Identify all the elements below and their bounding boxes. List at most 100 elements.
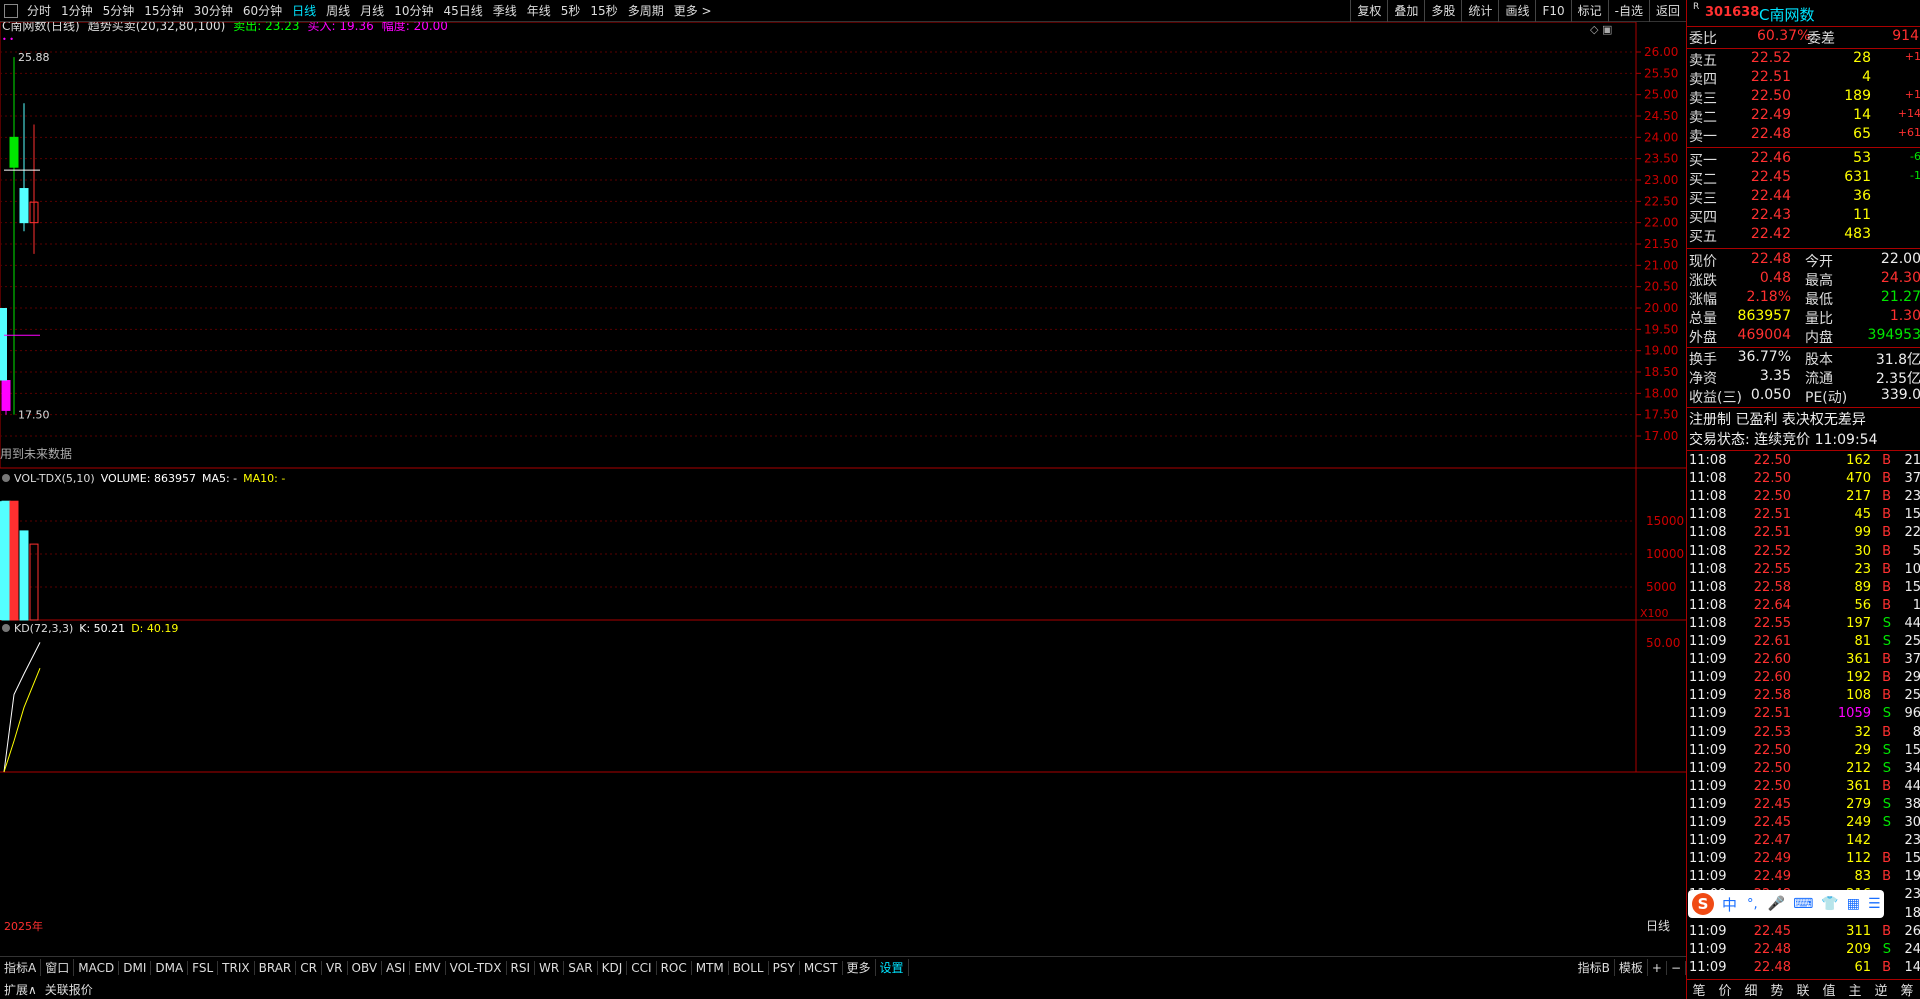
indicator-tab[interactable]: MTM	[692, 960, 729, 975]
y-tick-label: 21.00	[1644, 258, 1678, 272]
quote-tab[interactable]: 价	[1712, 980, 1738, 999]
quote-tab[interactable]: 逆	[1868, 980, 1894, 999]
toolbar-button[interactable]: 返回	[1648, 0, 1686, 22]
tick-side: B	[1882, 561, 1891, 577]
period-tab[interactable]: 1分钟	[56, 2, 98, 19]
volume-bar[interactable]	[9, 500, 19, 621]
period-tab[interactable]: 15分钟	[139, 2, 188, 19]
period-tab[interactable]: 分时	[22, 2, 56, 19]
indicator-tab[interactable]: EMV	[410, 960, 446, 975]
toolbar-button[interactable]: 叠加	[1387, 0, 1424, 22]
indicator-tab-right[interactable]: 指标B	[1574, 959, 1615, 976]
menu-icon[interactable]	[4, 3, 18, 18]
tick-count: 14	[1904, 959, 1920, 975]
stat-value: 21.27	[1880, 289, 1920, 305]
period-tab[interactable]: 45日线	[438, 2, 487, 19]
indicator-tab[interactable]: VR	[322, 960, 348, 975]
indicator-tab[interactable]: 指标A	[0, 959, 42, 976]
candle-body[interactable]	[19, 188, 29, 224]
toolbar-button[interactable]: 多股	[1424, 0, 1461, 22]
toolbar-button[interactable]: F10	[1535, 0, 1570, 22]
period-tab[interactable]: 10分钟	[389, 2, 438, 19]
candle-body[interactable]	[0, 308, 7, 381]
quote-tab[interactable]: 主	[1842, 980, 1868, 999]
indicator-tab-right[interactable]: +	[1648, 960, 1667, 975]
quote-tab[interactable]: 笔	[1686, 980, 1712, 999]
indicator-tab[interactable]: SAR	[564, 960, 598, 975]
indicator-tab[interactable]: MCST	[800, 960, 843, 975]
indicator-tab[interactable]: TRIX	[218, 960, 255, 975]
indicator-tab[interactable]: BOLL	[729, 960, 769, 975]
microphone-icon[interactable]: 🎤	[1768, 896, 1785, 912]
ime-toolbar[interactable]: S 中 °, 🎤 ⌨ 👕 ▦ ☰	[1688, 890, 1884, 918]
indicator-tab[interactable]: ROC	[657, 960, 692, 975]
period-tab[interactable]: 年线	[522, 2, 556, 19]
indicator-tab[interactable]: BRAR	[255, 960, 297, 975]
indicator-tab[interactable]: RSI	[507, 960, 536, 975]
quote-tab[interactable]: 细	[1738, 980, 1764, 999]
menu-icon[interactable]: ☰	[1868, 896, 1881, 912]
indicator-tab[interactable]: VOL-TDX	[446, 960, 507, 975]
tick-volume: 32	[1854, 724, 1871, 740]
tick-price: 22.45	[1753, 923, 1791, 939]
ime-mode[interactable]: 中	[1722, 894, 1737, 915]
indicator-tab[interactable]: MACD	[74, 960, 120, 975]
quote-tab[interactable]: 值	[1816, 980, 1842, 999]
quote-tab[interactable]: 筹	[1894, 980, 1920, 999]
indicator-tab[interactable]: CCI	[627, 960, 657, 975]
indicator-tab[interactable]: WR	[535, 960, 565, 975]
period-tab[interactable]: 多周期	[623, 2, 669, 19]
indicator-tab[interactable]: 更多	[843, 959, 876, 976]
indicator-tab[interactable]: OBV	[348, 960, 383, 975]
period-tab[interactable]: 更多 >	[669, 2, 717, 19]
book-change: -6	[1910, 150, 1920, 163]
period-tab[interactable]: 5分钟	[98, 2, 140, 19]
tick-volume: 192	[1846, 670, 1871, 686]
toolbox-icon[interactable]: ▦	[1847, 896, 1860, 912]
period-tab[interactable]: 30分钟	[189, 2, 238, 19]
keyboard-icon[interactable]: ⌨	[1793, 896, 1813, 912]
candle-body[interactable]	[1, 380, 11, 411]
collapse-icon[interactable]	[2, 474, 10, 482]
indicator-tab[interactable]: PSY	[769, 960, 800, 975]
indicator-tab[interactable]: FSL	[188, 960, 219, 975]
quote-tab[interactable]: 联	[1790, 980, 1816, 999]
volume-bar[interactable]	[19, 530, 29, 621]
indicator-tab-right[interactable]: −	[1667, 960, 1686, 975]
tick-time: 11:09	[1689, 796, 1727, 812]
diamond-icon[interactable]: ◇ ▣	[1590, 23, 1612, 36]
volume-bar[interactable]	[0, 501, 7, 620]
candle-body[interactable]	[9, 136, 19, 168]
toolbar-button[interactable]: 标记	[1570, 0, 1608, 22]
period-tab[interactable]: 5秒	[556, 2, 586, 19]
period-tab[interactable]: 月线	[355, 2, 389, 19]
period-tab[interactable]: 15秒	[585, 2, 622, 19]
period-tab[interactable]: 周线	[321, 2, 355, 19]
indicator-tab[interactable]: 设置	[876, 959, 909, 976]
toolbar-button[interactable]: 画线	[1498, 0, 1535, 22]
indicator-tab[interactable]: ASI	[382, 960, 411, 975]
toolbar-button[interactable]: 统计	[1461, 0, 1498, 22]
book-volume: 189	[1844, 88, 1871, 104]
book-row: 买二 22.45 631 -1	[1687, 169, 1920, 188]
toolbar-button[interactable]: -自选	[1607, 0, 1649, 22]
punctuation-icon[interactable]: °,	[1747, 897, 1758, 912]
indicator-tab[interactable]: CR	[296, 960, 322, 975]
collapse-icon[interactable]	[2, 624, 10, 632]
volume-bar[interactable]	[29, 543, 39, 621]
period-tab[interactable]: 60分钟	[238, 2, 287, 19]
period-tab[interactable]: 日线	[287, 2, 321, 19]
indicator-tab-right[interactable]: 模板	[1615, 959, 1648, 976]
extension-tab[interactable]: 扩展∧	[0, 981, 41, 998]
quote-tab[interactable]: 势	[1764, 980, 1790, 999]
indicator-tab[interactable]: 窗口	[41, 959, 75, 976]
toolbar-button[interactable]: 复权	[1350, 0, 1387, 22]
period-tab[interactable]: 季线	[488, 2, 522, 19]
book-volume: 36	[1853, 188, 1871, 204]
chart-area[interactable]: 26.00 25.50 25.00 24.50 24.00 23.50 23.00 22.50…	[0, 22, 1686, 952]
indicator-tab[interactable]: KDJ	[598, 960, 628, 975]
indicator-tab[interactable]: DMA	[151, 960, 189, 975]
indicator-tab[interactable]: DMI	[119, 960, 152, 975]
extension-tab[interactable]: 关联报价	[41, 981, 97, 998]
skin-icon[interactable]: 👕	[1821, 896, 1838, 912]
